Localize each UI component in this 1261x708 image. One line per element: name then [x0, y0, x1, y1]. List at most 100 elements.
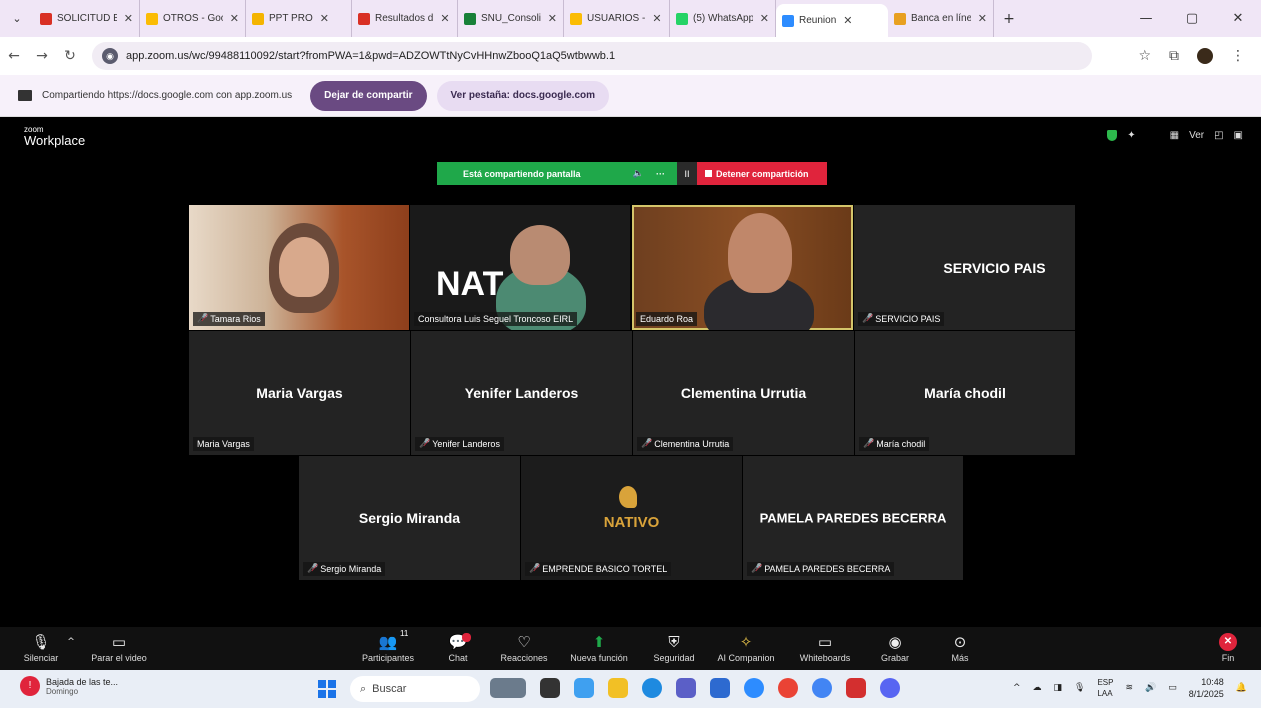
chrome-profile-icon[interactable]: [812, 678, 832, 698]
pause-sharing-button[interactable]: II: [677, 162, 697, 185]
app-tray-icon[interactable]: ◨: [1053, 683, 1062, 693]
chat-button[interactable]: 💬 Chat: [440, 631, 476, 663]
tray-overflow-chevron-icon[interactable]: ^: [1013, 683, 1021, 693]
tab-close-icon[interactable]: ✕: [843, 14, 852, 27]
task-view-icon[interactable]: [540, 678, 560, 698]
end-meeting-button[interactable]: ✕ Fin: [1214, 631, 1242, 663]
url-field[interactable]: ◉ app.zoom.us/wc/99488110092/start?fromP…: [92, 42, 1092, 70]
stop-video-button[interactable]: ▭ Parar el video: [84, 631, 154, 663]
edge-icon[interactable]: [642, 678, 662, 698]
browser-tab[interactable]: Resultados d ✕: [352, 0, 458, 37]
weather-widget[interactable]: ! Bajada de las te... Domingo: [20, 676, 118, 696]
ai-companion-button[interactable]: ✧ AI Companion: [713, 631, 779, 663]
participant-tile[interactable]: Sergio Miranda 🎤̸ Sergio Miranda: [299, 456, 520, 580]
bookmark-star-icon[interactable]: ☆: [1138, 48, 1151, 64]
notification-bell-icon[interactable]: 🔔: [1236, 683, 1247, 693]
restore-icon[interactable]: ▢: [1169, 0, 1215, 37]
new-tab-button[interactable]: +: [994, 11, 1024, 27]
grid-view-icon[interactable]: ▦: [1170, 130, 1179, 141]
file-explorer-icon[interactable]: [608, 678, 628, 698]
browser-tab[interactable]: SNU_Consoli ✕: [458, 0, 564, 37]
tab-close-icon[interactable]: ✕: [760, 12, 769, 25]
site-info-icon[interactable]: ◉: [102, 48, 118, 64]
volume-icon[interactable]: 🔊: [1145, 683, 1156, 693]
browser-tab[interactable]: PPT PRO ✕: [246, 0, 352, 37]
cloud-icon[interactable]: ☁: [1032, 683, 1041, 693]
browser-tab[interactable]: OTROS - Goo ✕: [140, 0, 246, 37]
view-label[interactable]: Ver: [1189, 130, 1204, 141]
fullscreen-icon[interactable]: ▣: [1234, 130, 1243, 141]
participant-nametag: Consultora Luis Seguel Troncoso EIRL: [414, 312, 578, 326]
participant-tile[interactable]: Clementina Urrutia 🎤̸ Clementina Urrutia: [633, 331, 854, 455]
taskbar-search-box[interactable]: ⌕ Buscar: [350, 676, 480, 702]
participant-tile[interactable]: María chodil 🎤̸ María chodil: [855, 331, 1075, 455]
zoom-app-icon[interactable]: [744, 678, 764, 698]
battery-icon[interactable]: ▭: [1168, 683, 1177, 693]
chrome-icon[interactable]: [778, 678, 798, 698]
store-icon[interactable]: [710, 678, 730, 698]
participants-button[interactable]: 👥 11 Participantes: [356, 629, 420, 663]
record-button[interactable]: ◉ Grabar: [874, 631, 916, 663]
tab-close-icon[interactable]: ✕: [440, 12, 449, 25]
encryption-shield-icon[interactable]: [1107, 130, 1118, 141]
extensions-icon[interactable]: ⧉: [1169, 48, 1179, 64]
browser-tab[interactable]: (5) WhatsApp ✕: [670, 0, 776, 37]
participant-tile[interactable]: Maria Vargas Maria Vargas: [189, 331, 410, 455]
kebab-menu-icon[interactable]: ⋮: [1231, 48, 1245, 64]
reactions-button[interactable]: ♡ Reacciones: [496, 631, 552, 663]
tab-search-chevron-icon[interactable]: ⌄: [0, 12, 34, 25]
close-icon[interactable]: ✕: [1215, 0, 1261, 37]
whiteboards-button[interactable]: ▭ Whiteboards: [794, 631, 856, 663]
participant-nametag: 🎤̸ EMPRENDE BASICO TORTEL: [525, 562, 672, 576]
browser-tab[interactable]: USUARIOS - ✕: [564, 0, 670, 37]
participant-tile[interactable]: NAT Consultora Luis Seguel Troncoso EIRL: [410, 205, 630, 330]
browser-tab-active[interactable]: Reunion ✕: [776, 4, 888, 37]
tab-favicon-icon: [252, 12, 264, 25]
participant-tile[interactable]: PAMELA PAREDES BECERRA 🎤̸ PAMELA PAREDES…: [743, 456, 963, 580]
copilot-icon[interactable]: [574, 678, 594, 698]
sharing-status-indicator[interactable]: Está compartiendo pantalla 🔈 ···: [437, 162, 677, 185]
participant-tile[interactable]: 🎤̸ Tamara Rios: [189, 205, 409, 330]
tab-close-icon[interactable]: ✕: [320, 12, 329, 25]
reload-icon[interactable]: ↻: [56, 48, 84, 64]
clock[interactable]: 10:48 8/1/2025: [1189, 676, 1224, 700]
windows-start-icon[interactable]: [318, 680, 336, 698]
view-tab-button[interactable]: Ver pestaña: docs.google.com: [436, 80, 610, 111]
minimize-icon[interactable]: —: [1123, 0, 1169, 37]
participant-tile[interactable]: Yenifer Landeros 🎤̸ Yenifer Landeros: [411, 331, 632, 455]
participant-tile[interactable]: SERVICIO PAIS 🎤̸ SERVICIO PAIS: [854, 205, 1075, 330]
profile-avatar[interactable]: [1197, 48, 1213, 64]
participant-name: Yenifer Landeros: [464, 385, 579, 401]
security-button[interactable]: ⛨ Seguridad: [648, 631, 700, 663]
audio-options-chevron-icon[interactable]: ^: [64, 631, 78, 653]
mute-button[interactable]: 🎙 Silenciar: [20, 631, 62, 663]
minimize-window-icon[interactable]: ◰: [1214, 130, 1223, 141]
brand-workplace-text: Workplace: [24, 133, 86, 148]
teams-icon[interactable]: [676, 678, 696, 698]
language-indicator[interactable]: ESP LAA: [1097, 677, 1113, 699]
back-arrow-icon[interactable]: ←: [0, 48, 28, 64]
stop-share-button[interactable]: Detener compartición: [697, 162, 827, 185]
wifi-icon[interactable]: ≋: [1125, 683, 1133, 693]
tray-mic-icon[interactable]: 🎙: [1074, 683, 1085, 693]
browser-tab[interactable]: Banca en líne ✕: [888, 0, 994, 37]
participant-tile-active-speaker[interactable]: Eduardo Roa: [632, 205, 853, 330]
tab-close-icon[interactable]: ✕: [978, 12, 987, 25]
tab-close-icon[interactable]: ✕: [652, 12, 661, 25]
stop-sharing-button[interactable]: Dejar de compartir: [310, 80, 427, 111]
new-feature-button[interactable]: ⬆ Nueva función: [566, 631, 632, 663]
taskbar-widget-icon[interactable]: [490, 678, 526, 698]
record-icon: ◉: [888, 633, 902, 651]
participant-tile[interactable]: NATIVO 🎤̸ EMPRENDE BASICO TORTEL: [521, 456, 742, 580]
sharing-more-button[interactable]: ···: [656, 169, 665, 179]
app-icon[interactable]: [880, 678, 900, 698]
tab-close-icon[interactable]: ✕: [230, 12, 239, 25]
browser-tab[interactable]: SOLICITUD E ✕: [34, 0, 140, 37]
tab-close-icon[interactable]: ✕: [548, 12, 557, 25]
audio-share-icon[interactable]: 🔈: [633, 169, 644, 179]
pdf-reader-icon[interactable]: [846, 678, 866, 698]
forward-arrow-icon[interactable]: →: [28, 48, 56, 64]
tab-close-icon[interactable]: ✕: [124, 12, 133, 25]
more-button[interactable]: ⊙ Más: [944, 631, 976, 663]
sparkle-icon[interactable]: ✦: [1127, 130, 1135, 141]
